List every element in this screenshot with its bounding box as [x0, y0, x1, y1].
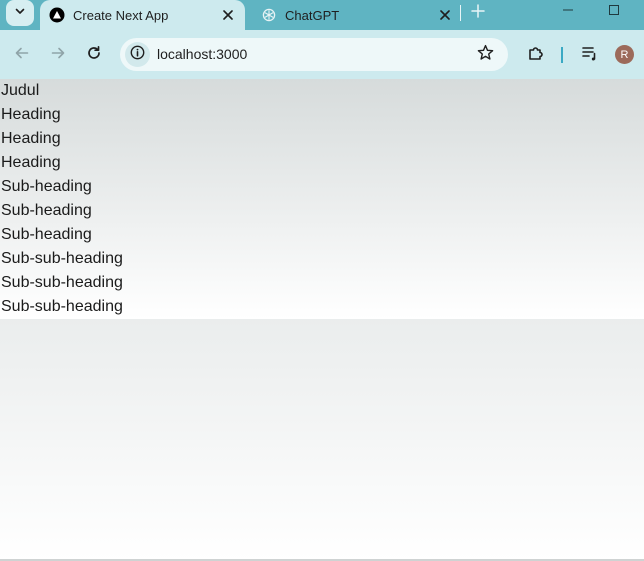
- page-viewport: Judul Heading Heading Heading Sub-headin…: [0, 79, 644, 561]
- toolbar: localhost:3000: [0, 30, 644, 79]
- tab-title: Create Next App: [73, 7, 169, 23]
- address-bar[interactable]: localhost:3000: [120, 38, 508, 71]
- page-title: Judul: [1, 82, 40, 99]
- star-icon: [477, 44, 494, 66]
- tab-strip: Create Next App ChatGPT: [0, 0, 644, 30]
- heading: Heading: [1, 106, 61, 123]
- content-block: Judul Heading Heading Heading Sub-headin…: [0, 79, 644, 319]
- openai-icon: [261, 7, 277, 23]
- arrow-right-icon: [50, 45, 66, 66]
- nextjs-icon: [49, 7, 65, 23]
- new-tab-button[interactable]: [469, 3, 487, 23]
- forward-button[interactable]: [48, 45, 68, 65]
- bookmark-button[interactable]: [475, 44, 495, 66]
- toolbar-separator: [561, 47, 563, 63]
- avatar[interactable]: R: [615, 45, 634, 64]
- playlist-icon: [581, 44, 599, 67]
- tab-search-button[interactable]: [6, 0, 34, 26]
- url-text[interactable]: localhost:3000: [157, 46, 247, 62]
- puzzle-icon: [527, 44, 545, 67]
- heading: Heading: [1, 154, 61, 171]
- media-control-button[interactable]: [580, 45, 600, 65]
- extensions-button[interactable]: [526, 45, 546, 65]
- sub-heading: Sub-heading: [1, 202, 92, 219]
- sub-sub-heading: Sub-sub-heading: [1, 250, 123, 267]
- arrow-left-icon: [14, 45, 30, 66]
- maximize-icon: [608, 3, 620, 21]
- close-icon[interactable]: [437, 7, 453, 23]
- site-info-button[interactable]: [125, 42, 150, 67]
- sub-heading: Sub-heading: [1, 178, 92, 195]
- minimize-icon: [562, 3, 574, 21]
- info-icon: [130, 45, 145, 65]
- tab-chatgpt[interactable]: ChatGPT: [252, 0, 462, 30]
- sub-sub-heading: Sub-sub-heading: [1, 274, 123, 291]
- tab-title: ChatGPT: [285, 7, 340, 23]
- sub-sub-heading: Sub-sub-heading: [1, 298, 123, 315]
- tab-divider: [460, 5, 461, 21]
- reload-button[interactable]: [84, 45, 104, 65]
- plus-icon: [471, 3, 485, 23]
- chevron-down-icon: [14, 4, 26, 22]
- back-button[interactable]: [12, 45, 32, 65]
- heading: Heading: [1, 130, 61, 147]
- minimize-button[interactable]: [558, 2, 578, 22]
- profile-initial: R: [620, 48, 629, 61]
- close-icon[interactable]: [220, 7, 236, 23]
- maximize-button[interactable]: [604, 2, 624, 22]
- reload-icon: [86, 45, 102, 66]
- tab-create-next-app[interactable]: Create Next App: [40, 0, 245, 30]
- sub-heading: Sub-heading: [1, 226, 92, 243]
- browser-window: Create Next App ChatGPT localhost:3000 R…: [0, 0, 644, 561]
